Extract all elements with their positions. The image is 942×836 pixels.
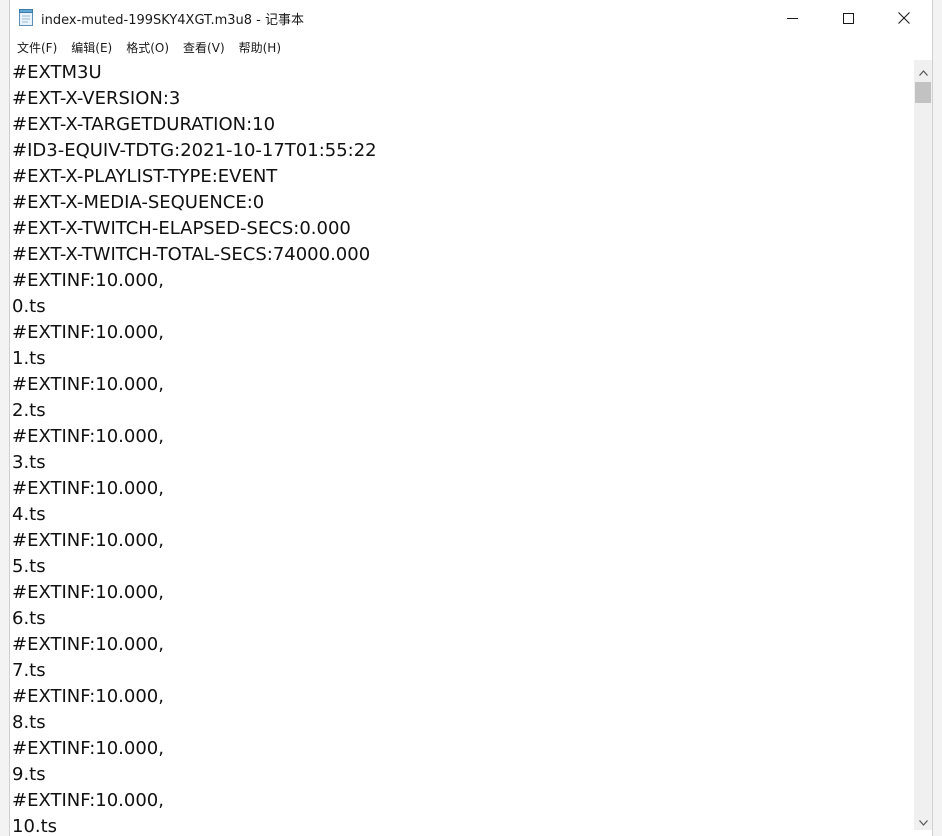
text-line[interactable]: #EXTINF:10.000,: [12, 684, 377, 710]
menu-edit[interactable]: 编辑(E): [64, 37, 119, 59]
chevron-up-icon: [918, 61, 928, 80]
text-line[interactable]: 8.ts: [12, 710, 377, 736]
text-line[interactable]: #EXTINF:10.000,: [12, 632, 377, 658]
window-title: index-muted-199SKY4XGT.m3u8 - 记事本: [41, 13, 304, 28]
minimize-button[interactable]: [764, 0, 820, 36]
notepad-icon: [19, 9, 34, 26]
menu-format[interactable]: 格式(O): [119, 37, 176, 59]
menu-view[interactable]: 查看(V): [176, 37, 232, 59]
title-bar[interactable]: index-muted-199SKY4XGT.m3u8 - 记事本: [10, 0, 932, 36]
text-editor-area[interactable]: #EXTM3U #EXT-X-VERSION:3 #EXT-X-TARGETDURA…: [10, 60, 914, 836]
text-line[interactable]: #EXT-X-TWITCH-TOTAL-SECS:74000.000: [12, 242, 377, 268]
text-line[interactable]: #EXTINF:10.000,: [12, 424, 377, 450]
scroll-up-button[interactable]: [914, 60, 932, 80]
text-line[interactable]: #EXT-X-VERSION:3: [12, 86, 377, 112]
notepad-window: index-muted-199SKY4XGT.m3u8 - 记事本 文件(F) …: [10, 0, 932, 836]
text-line[interactable]: #EXT-X-PLAYLIST-TYPE:EVENT: [12, 164, 377, 190]
text-line[interactable]: 0.ts: [12, 294, 377, 320]
text-line[interactable]: #EXT-X-MEDIA-SEQUENCE:0: [12, 190, 377, 216]
menu-file[interactable]: 文件(F): [10, 37, 64, 59]
text-line[interactable]: #EXTINF:10.000,: [12, 372, 377, 398]
scroll-thumb[interactable]: [915, 82, 931, 103]
maximize-icon: [842, 9, 854, 28]
close-icon: [898, 9, 910, 28]
background-window-right: [932, 0, 942, 836]
chevron-down-icon: [918, 811, 928, 830]
text-line[interactable]: 4.ts: [12, 502, 377, 528]
scroll-down-button[interactable]: [914, 810, 932, 830]
menu-bar: 文件(F) 编辑(E) 格式(O) 查看(V) 帮助(H): [10, 36, 932, 60]
vertical-scrollbar[interactable]: [914, 60, 932, 830]
text-line[interactable]: 10.ts: [12, 814, 377, 836]
text-line[interactable]: #EXT-X-TWITCH-ELAPSED-SECS:0.000: [12, 216, 377, 242]
text-line[interactable]: #EXTINF:10.000,: [12, 320, 377, 346]
text-line[interactable]: 6.ts: [12, 606, 377, 632]
text-line[interactable]: #EXTINF:10.000,: [12, 736, 377, 762]
text-line[interactable]: 5.ts: [12, 554, 377, 580]
text-line[interactable]: #EXTINF:10.000,: [12, 476, 377, 502]
text-line[interactable]: 2.ts: [12, 398, 377, 424]
text-line[interactable]: #EXTINF:10.000,: [12, 528, 377, 554]
minimize-icon: [786, 9, 798, 28]
close-button[interactable]: [876, 0, 932, 36]
text-line[interactable]: 1.ts: [12, 346, 377, 372]
text-line[interactable]: #EXTINF:10.000,: [12, 788, 377, 814]
text-line[interactable]: #EXT-X-TARGETDURATION:10: [12, 112, 377, 138]
text-line[interactable]: #EXTINF:10.000,: [12, 268, 377, 294]
text-line[interactable]: 3.ts: [12, 450, 377, 476]
text-line[interactable]: #EXTINF:10.000,: [12, 580, 377, 606]
text-line[interactable]: #ID3-EQUIV-TDTG:2021-10-17T01:55:22: [12, 138, 377, 164]
text-line[interactable]: 9.ts: [12, 762, 377, 788]
editor-text[interactable]: #EXTM3U #EXT-X-VERSION:3 #EXT-X-TARGETDURA…: [12, 60, 377, 836]
text-line[interactable]: #EXTM3U: [12, 60, 377, 86]
text-line[interactable]: 7.ts: [12, 658, 377, 684]
menu-help[interactable]: 帮助(H): [232, 37, 288, 59]
background-window-left: [0, 0, 10, 836]
maximize-button[interactable]: [820, 0, 876, 36]
